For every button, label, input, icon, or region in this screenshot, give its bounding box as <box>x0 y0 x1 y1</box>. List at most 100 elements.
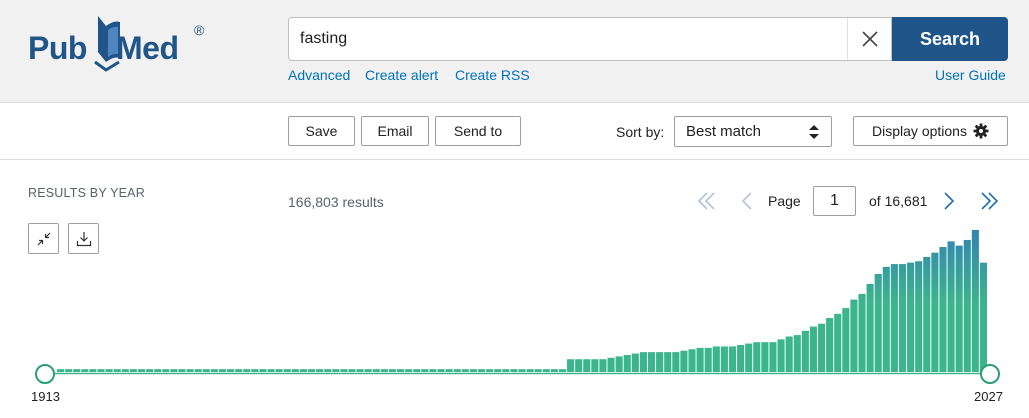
histogram-bar[interactable] <box>81 369 89 372</box>
clear-search-button[interactable] <box>847 18 891 60</box>
histogram-bar[interactable] <box>898 264 907 372</box>
histogram-bar[interactable] <box>477 369 486 372</box>
histogram-bar[interactable] <box>761 342 769 372</box>
search-input[interactable] <box>289 18 847 60</box>
histogram-bar[interactable] <box>518 369 526 372</box>
histogram-bar[interactable] <box>202 369 210 372</box>
histogram-bar[interactable] <box>251 369 259 372</box>
histogram-bar[interactable] <box>121 369 129 372</box>
previous-page-button[interactable] <box>739 190 755 212</box>
histogram-bar[interactable] <box>575 359 583 372</box>
histogram-bar[interactable] <box>461 369 469 372</box>
histogram-bar[interactable] <box>388 369 397 372</box>
histogram-bar[interactable] <box>704 347 712 372</box>
histogram-bar[interactable] <box>826 318 834 372</box>
histogram-bar[interactable] <box>486 369 494 372</box>
histogram-bar[interactable] <box>445 369 453 372</box>
histogram-bar[interactable] <box>971 230 979 372</box>
histogram-bar[interactable] <box>915 261 923 372</box>
histogram-bar[interactable] <box>737 345 745 372</box>
histogram-bar[interactable] <box>97 369 105 372</box>
sort-select[interactable]: Best match <box>674 116 832 147</box>
histogram-bar[interactable] <box>534 369 542 372</box>
histogram-bar[interactable] <box>680 350 688 372</box>
histogram-bar[interactable] <box>664 352 672 372</box>
histogram-bar[interactable] <box>558 369 567 372</box>
histogram-bar[interactable] <box>801 330 809 372</box>
histogram-bar[interactable] <box>73 369 81 372</box>
histogram-bar[interactable] <box>720 346 728 372</box>
histogram-bar[interactable] <box>631 353 639 372</box>
histogram-bar[interactable] <box>178 369 186 372</box>
histogram-bar[interactable] <box>243 369 251 372</box>
histogram-bar[interactable] <box>113 369 121 372</box>
next-page-button[interactable] <box>941 190 957 212</box>
create-rss-link[interactable]: Create RSS <box>455 67 530 83</box>
histogram-bar[interactable] <box>696 347 704 372</box>
search-button[interactable]: Search <box>892 17 1008 61</box>
histogram-bar[interactable] <box>397 369 405 372</box>
histogram-bar[interactable] <box>688 349 696 372</box>
histogram-bar[interactable] <box>745 343 753 372</box>
histogram-bar[interactable] <box>599 359 607 372</box>
histogram-bar[interactable] <box>194 369 202 372</box>
histogram-bar[interactable] <box>542 369 550 372</box>
histogram-bar[interactable] <box>591 359 599 372</box>
histogram-bar[interactable] <box>656 352 664 372</box>
histogram-bar[interactable] <box>372 369 380 372</box>
histogram-bar[interactable] <box>421 369 429 372</box>
histogram-bar[interactable] <box>469 369 477 372</box>
advanced-search-link[interactable]: Advanced <box>288 67 350 83</box>
histogram-bar[interactable] <box>137 369 146 372</box>
histogram-bar[interactable] <box>963 239 971 372</box>
histogram-bar[interactable] <box>380 369 388 372</box>
histogram-bar[interactable] <box>283 369 291 372</box>
histogram-bar[interactable] <box>356 369 364 372</box>
histogram-bar[interactable] <box>170 369 178 372</box>
email-button[interactable]: Email <box>361 116 429 146</box>
last-page-button[interactable] <box>978 190 1000 212</box>
histogram-bar[interactable] <box>324 369 332 372</box>
histogram-bar[interactable] <box>405 369 413 372</box>
histogram-bar[interactable] <box>850 299 858 372</box>
histogram-bar[interactable] <box>769 342 777 372</box>
histogram-bar[interactable] <box>623 354 631 372</box>
results-by-year-histogram[interactable] <box>0 220 1029 418</box>
histogram-bar[interactable] <box>907 262 915 372</box>
histogram-bar[interactable] <box>793 335 801 372</box>
histogram-bar[interactable] <box>299 369 307 372</box>
histogram-bar[interactable] <box>162 369 170 372</box>
histogram-bar[interactable] <box>550 369 558 372</box>
histogram-bar[interactable] <box>607 357 615 372</box>
histogram-bar[interactable] <box>890 264 898 372</box>
histogram-bar[interactable] <box>218 369 227 372</box>
histogram-bar[interactable] <box>817 323 826 372</box>
histogram-bar[interactable] <box>777 339 785 372</box>
histogram-bar[interactable] <box>453 369 461 372</box>
histogram-bar[interactable] <box>57 369 65 372</box>
histogram-bar[interactable] <box>348 369 356 372</box>
histogram-bar[interactable] <box>583 359 591 372</box>
histogram-bar[interactable] <box>154 369 162 372</box>
histogram-bar[interactable] <box>332 369 340 372</box>
histogram-bar[interactable] <box>567 359 575 372</box>
histogram-bar[interactable] <box>834 313 842 372</box>
histogram-bar[interactable] <box>809 326 817 372</box>
histogram-bar[interactable] <box>502 369 510 372</box>
histogram-bar[interactable] <box>186 369 194 372</box>
histogram-bar[interactable] <box>753 342 761 372</box>
histogram-bar[interactable] <box>235 369 243 372</box>
end-year-slider-handle[interactable] <box>980 364 1000 384</box>
histogram-bar[interactable] <box>882 266 890 372</box>
histogram-bar[interactable] <box>785 336 793 373</box>
histogram-bar[interactable] <box>437 369 445 372</box>
histogram-bar[interactable] <box>858 293 866 372</box>
histogram-bar[interactable] <box>672 352 680 372</box>
start-year-slider-handle[interactable] <box>35 364 55 384</box>
histogram-bar[interactable] <box>979 262 987 372</box>
pubmed-logo[interactable]: Pub Med ® <box>28 12 213 74</box>
histogram-bar[interactable] <box>874 274 882 372</box>
histogram-bar[interactable] <box>89 369 97 372</box>
page-number-input[interactable] <box>813 186 856 216</box>
histogram-bar[interactable] <box>259 369 267 372</box>
